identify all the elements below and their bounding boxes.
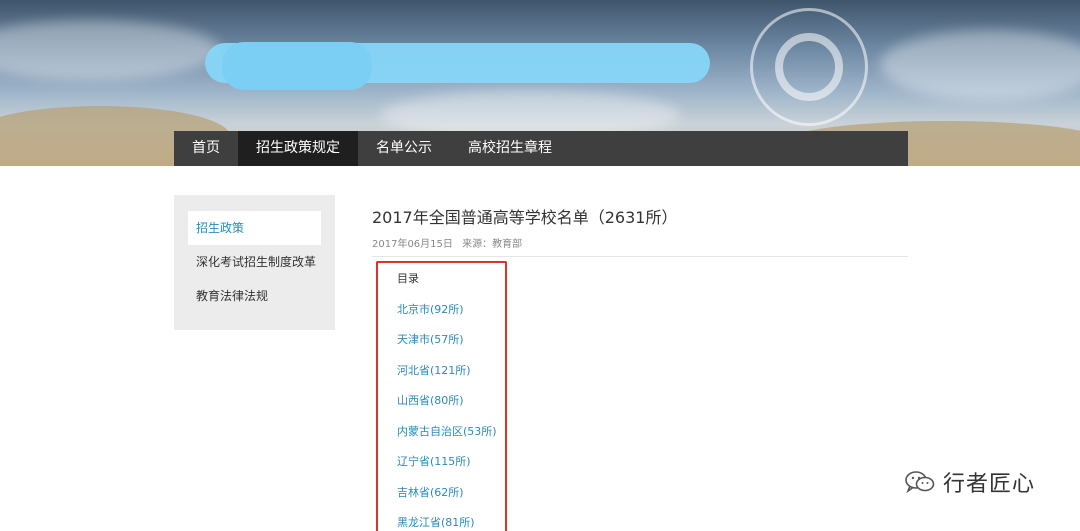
nav-item-home[interactable]: 首页 bbox=[174, 131, 238, 166]
nav-item-list-publicity[interactable]: 名单公示 bbox=[358, 131, 450, 166]
emblem-ring bbox=[775, 33, 843, 101]
toc-link-hebei[interactable]: 河北省(121所) bbox=[397, 362, 471, 378]
article-meta: 2017年06月15日 来源：教育部 bbox=[372, 235, 522, 250]
cloud bbox=[0, 20, 220, 80]
sidebar-item-admission-policy[interactable]: 招生政策 bbox=[188, 211, 321, 245]
toc-link-tianjin[interactable]: 天津市(57所) bbox=[397, 331, 464, 347]
main-nav: 首页 招生政策规定 名单公示 高校招生章程 bbox=[174, 131, 908, 166]
toc-heading: 目录 bbox=[397, 272, 419, 285]
watermark: 行者匠心 bbox=[905, 466, 1035, 498]
toc-link-jilin[interactable]: 吉林省(62所) bbox=[397, 484, 464, 500]
article-date: 2017年06月15日 bbox=[372, 239, 453, 250]
page-title: 2017年全国普通高等学校名单（2631所） bbox=[372, 208, 678, 227]
emblem-seal bbox=[750, 8, 868, 126]
toc-link-inner-mongolia[interactable]: 内蒙古自治区(53所) bbox=[397, 423, 497, 439]
toc-link-heilongjiang[interactable]: 黑龙江省(81所) bbox=[397, 514, 475, 530]
watermark-text: 行者匠心 bbox=[943, 472, 1036, 497]
toc-link-shanxi[interactable]: 山西省(80所) bbox=[397, 392, 464, 408]
sidebar: 招生政策 深化考试招生制度改革 教育法律法规 bbox=[174, 195, 335, 330]
sidebar-item-education-law[interactable]: 教育法律法规 bbox=[188, 279, 321, 313]
table-of-contents: 目录 北京市(92所) 天津市(57所) 河北省(121所) 山西省(80所) … bbox=[376, 261, 507, 531]
nav-item-university-charters[interactable]: 高校招生章程 bbox=[450, 131, 570, 166]
article-source: 来源：教育部 bbox=[462, 239, 523, 250]
cloud bbox=[880, 30, 1080, 100]
toc-link-beijing[interactable]: 北京市(92所) bbox=[397, 301, 464, 317]
wechat-icon bbox=[905, 470, 935, 494]
site-logo-mark bbox=[222, 42, 372, 90]
divider bbox=[372, 256, 908, 257]
toc-link-liaoning[interactable]: 辽宁省(115所) bbox=[397, 453, 471, 469]
sidebar-item-exam-reform[interactable]: 深化考试招生制度改革 bbox=[188, 245, 321, 279]
nav-item-admission-policy[interactable]: 招生政策规定 bbox=[238, 131, 358, 166]
